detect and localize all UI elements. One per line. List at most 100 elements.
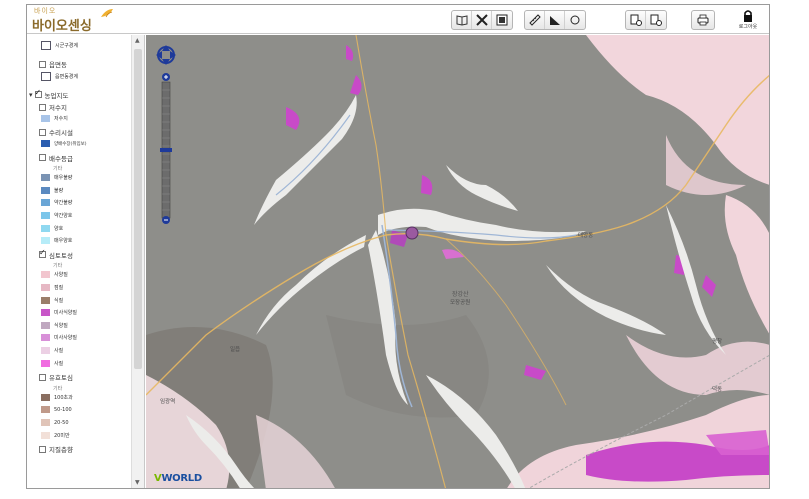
logout-label: 로그아웃 — [738, 24, 758, 30]
map-canvas[interactable]: 대양동 장강산 모장공원 일읍 임광역 평창 덕동 VWORLD — [146, 35, 769, 488]
legend-entry: 사질 — [41, 359, 64, 367]
leaf-icon — [101, 9, 113, 18]
layer-label: 저수지 — [49, 104, 67, 113]
layer-checkbox-item[interactable]: 배수등급 — [39, 153, 73, 163]
layer-checkbox-item[interactable]: 저수지 — [39, 102, 67, 112]
print-button[interactable] — [692, 11, 714, 29]
layer-label: 양호 — [54, 225, 64, 232]
legend-entry: 약간양호 — [41, 212, 72, 219]
layer-label: 배수등급 — [49, 154, 73, 163]
measure-area-button[interactable] — [545, 11, 565, 29]
legend-swatch — [41, 393, 50, 401]
legend-swatch — [41, 359, 50, 367]
layer-checkbox[interactable] — [39, 103, 46, 111]
legend-swatch — [41, 140, 50, 147]
legend-swatch — [41, 284, 50, 291]
layer-checkbox[interactable] — [39, 154, 46, 162]
legend-entry: 읍면동경계 — [41, 71, 78, 81]
layer-checkbox-item[interactable]: 수리시설 — [39, 127, 73, 137]
legend-caption: 기타 — [53, 165, 62, 172]
layer-label: 불량 — [54, 187, 64, 194]
map-zoom-control[interactable] — [156, 45, 176, 225]
layers-icon — [496, 14, 508, 26]
print-button-group — [691, 10, 715, 30]
map-label: 대양동 — [578, 233, 594, 239]
layer-checkbox[interactable] — [39, 60, 46, 68]
scroll-down-icon[interactable]: ▼ — [135, 479, 140, 486]
layer-label: 시군구경계 — [55, 43, 79, 49]
legend-entry: 식질 — [41, 296, 64, 304]
layer-label: 유효토심 — [49, 374, 73, 383]
layer-label: 점질 — [54, 285, 64, 291]
legend-entry: 양배수장(취입보) — [41, 140, 87, 147]
layer-label: 농업지도 — [44, 91, 69, 100]
legend-entry: 식양질 — [41, 321, 68, 329]
legend-swatch — [41, 114, 50, 122]
layer-group-toggle[interactable]: ▾ 농업지도 — [29, 88, 69, 100]
layers-button[interactable] — [492, 11, 512, 29]
map-label: 모장공원 — [450, 300, 471, 306]
layer-checkbox-item[interactable]: 심토토성 — [39, 248, 73, 260]
pan-control[interactable] — [156, 45, 176, 65]
legend-swatch — [41, 321, 50, 329]
measure-distance-button[interactable] — [525, 11, 545, 29]
expand-arrow-icon[interactable]: ▾ — [29, 91, 33, 99]
layer-panel-scrollbar[interactable]: ▲ ▼ — [131, 35, 144, 488]
lock-icon — [744, 10, 752, 22]
legend-swatch — [41, 212, 50, 219]
printer-icon — [697, 14, 709, 26]
legend-entry: 미사사양질 — [41, 334, 77, 342]
layer-checkbox[interactable] — [39, 128, 46, 136]
layer-checkbox-item[interactable]: 유효토심 — [39, 372, 73, 382]
legend-swatch — [41, 41, 51, 50]
layer-label: 양배수장(취입보) — [54, 141, 87, 147]
layer-checkbox-item[interactable]: 읍면동 — [39, 59, 67, 69]
measure-radius-button[interactable] — [565, 11, 585, 29]
layer-checkbox[interactable] — [39, 445, 46, 453]
scroll-up-icon[interactable]: ▲ — [135, 37, 140, 44]
ruler-icon — [528, 14, 541, 26]
zoom-slider-handle[interactable] — [160, 148, 172, 152]
legend-entry: 100초과 — [41, 393, 73, 401]
scrollbar-thumb[interactable] — [134, 49, 142, 369]
app-logo[interactable]: 바이오 바이오센싱 — [30, 6, 120, 34]
cross-tools-icon — [475, 14, 488, 26]
book-icon — [456, 15, 467, 26]
map-view-button[interactable] — [452, 11, 472, 29]
logo-title: 바이오센싱 — [32, 19, 92, 34]
legend-entry: 양호 — [41, 224, 64, 232]
map-label: 평창 — [712, 339, 723, 345]
legend-swatch — [41, 174, 50, 182]
layer-label: 50-100 — [54, 406, 72, 413]
print-preview-button[interactable] — [646, 11, 666, 29]
layer-label: 식질 — [54, 297, 64, 304]
legend-swatch — [41, 237, 50, 245]
layer-label: 기타 — [53, 166, 63, 173]
layer-checkbox[interactable] — [39, 373, 46, 381]
legend-swatch — [41, 271, 50, 279]
print-toolbar-group — [625, 10, 667, 30]
layer-checkbox[interactable] — [34, 88, 42, 99]
legend-entry: 20-50 — [41, 419, 69, 426]
layer-label: 미사식양질 — [54, 310, 78, 317]
layer-label: 사질 — [54, 348, 64, 354]
legend-entry: 50-100 — [41, 406, 72, 414]
map-label: 장강산 — [452, 291, 469, 298]
layer-label: 사질 — [54, 360, 64, 367]
legend-entry: 20미만 — [41, 431, 70, 439]
layer-checkbox-item[interactable]: 지질층향 — [39, 444, 73, 454]
print-setup-button[interactable] — [626, 11, 646, 29]
layer-label: 식양질 — [54, 322, 68, 329]
layer-label: 기타 — [53, 263, 63, 270]
tools-button[interactable] — [472, 11, 492, 29]
layer-checkbox[interactable] — [39, 248, 46, 259]
legend-entry: 사질 — [41, 347, 63, 354]
legend-entry: 사양질 — [41, 271, 68, 279]
legend-swatch — [41, 296, 50, 304]
logout-button[interactable]: 로그아웃 — [733, 8, 763, 33]
legend-entry: 시군구경계 — [41, 41, 78, 50]
layer-label: 매우불량 — [54, 175, 73, 182]
map-label: 일읍 — [230, 347, 241, 353]
legend-entry: 미사식양질 — [41, 309, 78, 317]
layer-label: 사양질 — [54, 272, 68, 279]
